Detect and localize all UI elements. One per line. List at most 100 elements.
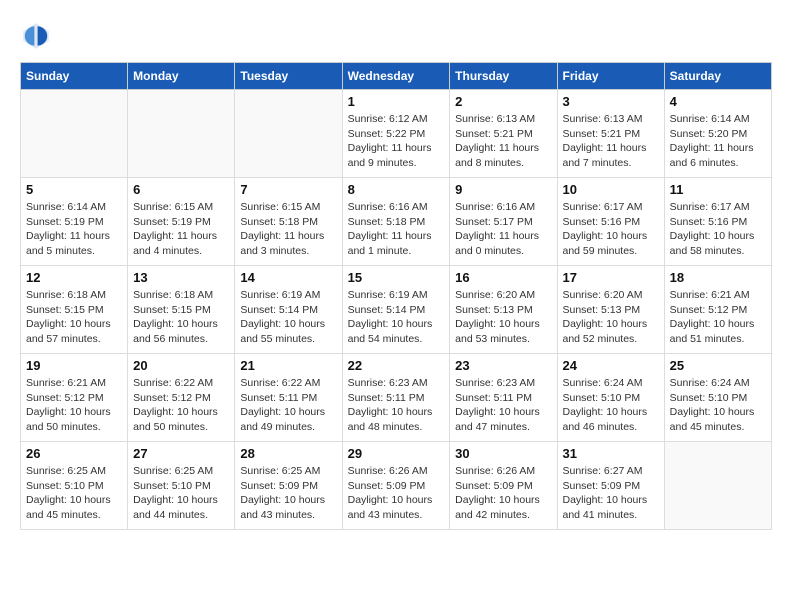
day-number: 25: [670, 358, 766, 373]
day-info: Sunrise: 6:26 AM Sunset: 5:09 PM Dayligh…: [348, 464, 445, 523]
day-number: 31: [563, 446, 659, 461]
day-number: 17: [563, 270, 659, 285]
calendar-header-row: SundayMondayTuesdayWednesdayThursdayFrid…: [21, 63, 772, 90]
day-number: 1: [348, 94, 445, 109]
calendar-week-row: 19 Sunrise: 6:21 AM Sunset: 5:12 PM Dayli…: [21, 354, 772, 442]
calendar-week-row: 5Sunrise: 6:14 AM Sunset: 5:19 PM Daylig…: [21, 178, 772, 266]
calendar-day-cell: 8 Sunrise: 6:16 AM Sunset: 5:18 PM Daylig…: [342, 178, 450, 266]
calendar-day-cell: 16 Sunrise: 6:20 AM Sunset: 5:13 PM Dayli…: [450, 266, 557, 354]
day-number: 30: [455, 446, 551, 461]
calendar-day-cell: 27 Sunrise: 6:25 AM Sunset: 5:10 PM Dayli…: [128, 442, 235, 530]
calendar-day-header: Thursday: [450, 63, 557, 90]
day-info: Sunrise: 6:20 AM Sunset: 5:13 PM Dayligh…: [563, 288, 659, 347]
calendar-day-cell: 3Sunrise: 6:13 AM Sunset: 5:21 PM Daylig…: [557, 90, 664, 178]
calendar-day-cell: 4 Sunrise: 6:14 AM Sunset: 5:20 PM Daylig…: [664, 90, 771, 178]
day-number: 4: [670, 94, 766, 109]
day-number: 12: [26, 270, 122, 285]
day-info: Sunrise: 6:17 AM Sunset: 5:16 PM Dayligh…: [670, 200, 766, 259]
calendar-day-cell: 9 Sunrise: 6:16 AM Sunset: 5:17 PM Daylig…: [450, 178, 557, 266]
day-number: 9: [455, 182, 551, 197]
calendar-day-header: Tuesday: [235, 63, 342, 90]
calendar-day-cell: [664, 442, 771, 530]
calendar-day-cell: 26Sunrise: 6:25 AM Sunset: 5:10 PM Dayli…: [21, 442, 128, 530]
calendar-day-cell: 24 Sunrise: 6:24 AM Sunset: 5:10 PM Dayli…: [557, 354, 664, 442]
calendar-day-cell: 7 Sunrise: 6:15 AM Sunset: 5:18 PM Daylig…: [235, 178, 342, 266]
calendar-week-row: 1 Sunrise: 6:12 AM Sunset: 5:22 PM Daylig…: [21, 90, 772, 178]
calendar-day-cell: 30 Sunrise: 6:26 AM Sunset: 5:09 PM Dayli…: [450, 442, 557, 530]
day-number: 13: [133, 270, 229, 285]
day-number: 27: [133, 446, 229, 461]
day-number: 20: [133, 358, 229, 373]
day-info: Sunrise: 6:27 AM Sunset: 5:09 PM Dayligh…: [563, 464, 659, 523]
calendar-week-row: 12 Sunrise: 6:18 AM Sunset: 5:15 PM Dayli…: [21, 266, 772, 354]
day-info: Sunrise: 6:15 AM Sunset: 5:19 PM Dayligh…: [133, 200, 229, 259]
day-number: 6: [133, 182, 229, 197]
day-info: Sunrise: 6:12 AM Sunset: 5:22 PM Dayligh…: [348, 112, 445, 171]
calendar-table: SundayMondayTuesdayWednesdayThursdayFrid…: [20, 62, 772, 530]
calendar-day-cell: 13 Sunrise: 6:18 AM Sunset: 5:15 PM Dayli…: [128, 266, 235, 354]
day-info: Sunrise: 6:26 AM Sunset: 5:09 PM Dayligh…: [455, 464, 551, 523]
calendar-day-cell: [128, 90, 235, 178]
day-info: Sunrise: 6:24 AM Sunset: 5:10 PM Dayligh…: [670, 376, 766, 435]
day-number: 7: [240, 182, 336, 197]
calendar-day-cell: 11Sunrise: 6:17 AM Sunset: 5:16 PM Dayli…: [664, 178, 771, 266]
day-number: 2: [455, 94, 551, 109]
day-info: Sunrise: 6:17 AM Sunset: 5:16 PM Dayligh…: [563, 200, 659, 259]
day-info: Sunrise: 6:25 AM Sunset: 5:10 PM Dayligh…: [133, 464, 229, 523]
calendar-day-cell: 23 Sunrise: 6:23 AM Sunset: 5:11 PM Dayli…: [450, 354, 557, 442]
day-number: 10: [563, 182, 659, 197]
day-info: Sunrise: 6:23 AM Sunset: 5:11 PM Dayligh…: [455, 376, 551, 435]
calendar-day-header: Sunday: [21, 63, 128, 90]
day-number: 28: [240, 446, 336, 461]
calendar-day-cell: 19 Sunrise: 6:21 AM Sunset: 5:12 PM Dayli…: [21, 354, 128, 442]
day-number: 15: [348, 270, 445, 285]
day-info: Sunrise: 6:23 AM Sunset: 5:11 PM Dayligh…: [348, 376, 445, 435]
calendar-day-cell: 2 Sunrise: 6:13 AM Sunset: 5:21 PM Daylig…: [450, 90, 557, 178]
day-number: 3: [563, 94, 659, 109]
calendar-day-header: Wednesday: [342, 63, 450, 90]
day-info: Sunrise: 6:21 AM Sunset: 5:12 PM Dayligh…: [26, 376, 122, 435]
calendar-day-cell: 10 Sunrise: 6:17 AM Sunset: 5:16 PM Dayli…: [557, 178, 664, 266]
calendar-day-cell: 29 Sunrise: 6:26 AM Sunset: 5:09 PM Dayli…: [342, 442, 450, 530]
page-header: [20, 20, 772, 52]
day-number: 19: [26, 358, 122, 373]
calendar-day-cell: 22 Sunrise: 6:23 AM Sunset: 5:11 PM Dayli…: [342, 354, 450, 442]
day-info: Sunrise: 6:15 AM Sunset: 5:18 PM Dayligh…: [240, 200, 336, 259]
day-info: Sunrise: 6:16 AM Sunset: 5:18 PM Dayligh…: [348, 200, 445, 259]
day-info: Sunrise: 6:14 AM Sunset: 5:20 PM Dayligh…: [670, 112, 766, 171]
day-info: Sunrise: 6:14 AM Sunset: 5:19 PM Dayligh…: [26, 200, 122, 259]
day-info: Sunrise: 6:16 AM Sunset: 5:17 PM Dayligh…: [455, 200, 551, 259]
day-number: 24: [563, 358, 659, 373]
day-info: Sunrise: 6:21 AM Sunset: 5:12 PM Dayligh…: [670, 288, 766, 347]
day-info: Sunrise: 6:18 AM Sunset: 5:15 PM Dayligh…: [133, 288, 229, 347]
calendar-day-cell: 18Sunrise: 6:21 AM Sunset: 5:12 PM Dayli…: [664, 266, 771, 354]
day-number: 23: [455, 358, 551, 373]
day-info: Sunrise: 6:22 AM Sunset: 5:12 PM Dayligh…: [133, 376, 229, 435]
calendar-day-cell: 1 Sunrise: 6:12 AM Sunset: 5:22 PM Daylig…: [342, 90, 450, 178]
calendar-day-cell: 12 Sunrise: 6:18 AM Sunset: 5:15 PM Dayli…: [21, 266, 128, 354]
calendar-day-cell: 15 Sunrise: 6:19 AM Sunset: 5:14 PM Dayli…: [342, 266, 450, 354]
day-number: 8: [348, 182, 445, 197]
calendar-day-cell: 25 Sunrise: 6:24 AM Sunset: 5:10 PM Dayli…: [664, 354, 771, 442]
calendar-day-cell: 6 Sunrise: 6:15 AM Sunset: 5:19 PM Daylig…: [128, 178, 235, 266]
day-info: Sunrise: 6:19 AM Sunset: 5:14 PM Dayligh…: [348, 288, 445, 347]
calendar-day-cell: 31 Sunrise: 6:27 AM Sunset: 5:09 PM Dayli…: [557, 442, 664, 530]
day-number: 16: [455, 270, 551, 285]
calendar-day-cell: 5Sunrise: 6:14 AM Sunset: 5:19 PM Daylig…: [21, 178, 128, 266]
day-info: Sunrise: 6:20 AM Sunset: 5:13 PM Dayligh…: [455, 288, 551, 347]
logo: [20, 20, 58, 52]
logo-icon: [20, 20, 52, 52]
calendar-day-cell: 20 Sunrise: 6:22 AM Sunset: 5:12 PM Dayli…: [128, 354, 235, 442]
day-number: 14: [240, 270, 336, 285]
calendar-day-cell: 14Sunrise: 6:19 AM Sunset: 5:14 PM Dayli…: [235, 266, 342, 354]
day-number: 29: [348, 446, 445, 461]
day-info: Sunrise: 6:24 AM Sunset: 5:10 PM Dayligh…: [563, 376, 659, 435]
day-number: 22: [348, 358, 445, 373]
day-info: Sunrise: 6:18 AM Sunset: 5:15 PM Dayligh…: [26, 288, 122, 347]
day-info: Sunrise: 6:13 AM Sunset: 5:21 PM Dayligh…: [455, 112, 551, 171]
calendar-day-cell: 28Sunrise: 6:25 AM Sunset: 5:09 PM Dayli…: [235, 442, 342, 530]
calendar-day-cell: 17 Sunrise: 6:20 AM Sunset: 5:13 PM Dayli…: [557, 266, 664, 354]
day-info: Sunrise: 6:22 AM Sunset: 5:11 PM Dayligh…: [240, 376, 336, 435]
calendar-day-header: Monday: [128, 63, 235, 90]
day-info: Sunrise: 6:25 AM Sunset: 5:10 PM Dayligh…: [26, 464, 122, 523]
